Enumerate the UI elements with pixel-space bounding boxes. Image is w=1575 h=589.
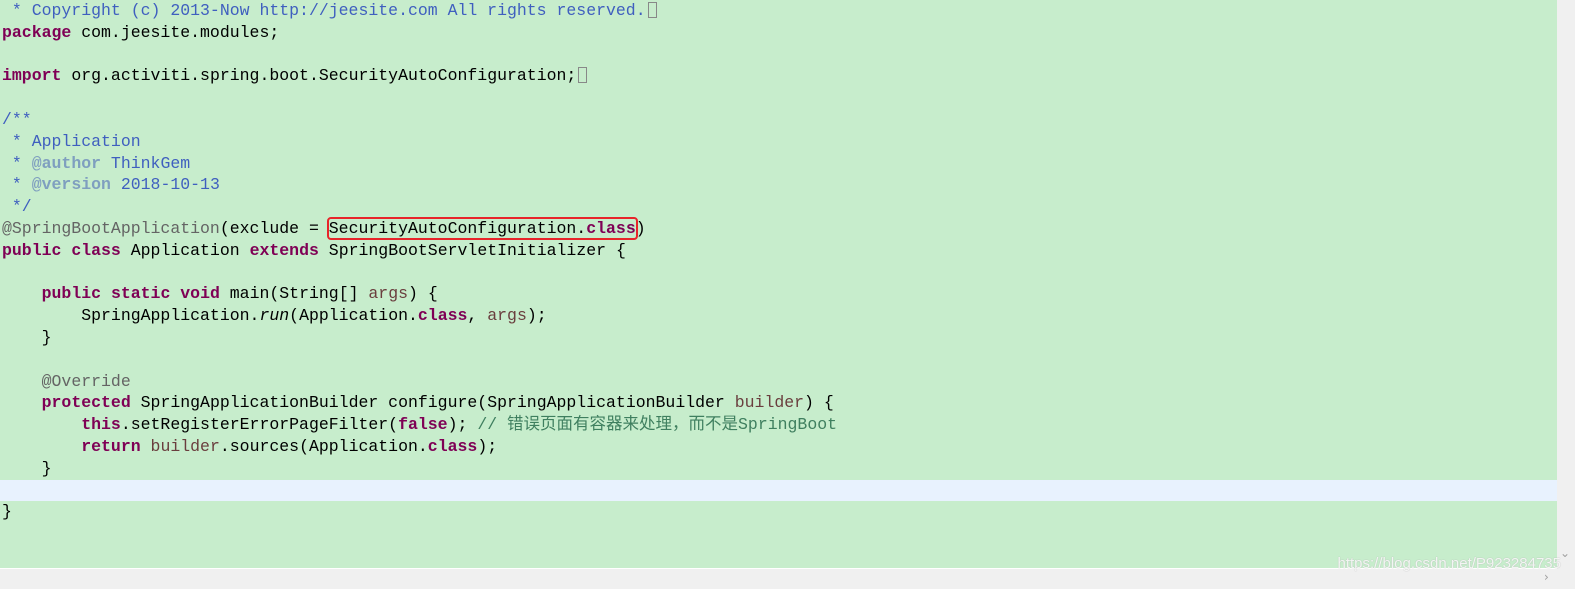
code-token: extends — [249, 240, 319, 260]
code-line[interactable]: } — [0, 501, 1557, 523]
code-line[interactable]: import org.activiti.spring.boot.Security… — [0, 65, 1557, 87]
code-token: ); — [447, 415, 478, 435]
code-token: void — [180, 284, 220, 304]
code-token: class — [417, 306, 468, 326]
code-token: this — [81, 415, 121, 435]
code-token: /** — [2, 109, 32, 129]
code-token: class — [427, 436, 478, 456]
code-token: protected — [41, 393, 131, 413]
code-token: .sources(Application. — [219, 436, 428, 456]
code-token: public — [41, 284, 102, 304]
code-token: @version — [31, 175, 111, 195]
code-line[interactable]: package com.jeesite.modules; — [0, 22, 1557, 44]
code-line[interactable] — [0, 44, 1557, 66]
code-line[interactable]: * @version 2018-10-13 — [0, 174, 1557, 196]
watermark: https://blog.csdn.net/P923284735 — [1337, 555, 1561, 572]
code-token: ) { — [408, 284, 438, 304]
code-editor[interactable]: * Copyright (c) 2013-Now http://jeesite.… — [0, 0, 1557, 568]
horizontal-scrollbar[interactable]: › — [0, 568, 1557, 589]
code-token: SpringBootServletInitializer { — [318, 240, 626, 260]
code-line[interactable] — [0, 262, 1557, 284]
code-token: class — [586, 218, 636, 238]
code-line[interactable]: return builder.sources(Application.class… — [0, 436, 1557, 458]
code-line[interactable]: public class Application extends SpringB… — [0, 240, 1557, 262]
code-line[interactable] — [0, 87, 1557, 109]
code-token: public — [2, 240, 62, 260]
code-token: } — [2, 458, 52, 478]
code-token: // 错误页面有容器来处理，而不是SpringBoot — [477, 415, 838, 435]
code-line[interactable]: } — [0, 458, 1557, 480]
code-token: (Application. — [289, 306, 418, 326]
code-token: ThinkGem — [101, 153, 191, 173]
code-token: SpringApplicationBuilder configure(Sprin… — [130, 393, 735, 413]
code-token: @SpringBootApplication — [2, 218, 220, 238]
code-token: builder — [734, 393, 805, 413]
code-token: args — [487, 306, 527, 326]
code-line[interactable] — [0, 479, 1557, 502]
code-token: * — [2, 153, 32, 173]
code-token: false — [398, 415, 448, 435]
code-line[interactable]: } — [0, 327, 1557, 349]
code-token: builder — [150, 436, 220, 456]
scroll-right-arrow-icon[interactable]: › — [1544, 570, 1549, 584]
code-token: */ — [2, 197, 32, 217]
code-line[interactable]: @SpringBootApplication(exclude = Securit… — [0, 216, 1557, 240]
code-line[interactable] — [0, 349, 1557, 371]
code-token: ); — [477, 436, 498, 456]
code-token: package — [2, 22, 72, 42]
code-token: SpringApplication. — [2, 306, 260, 326]
code-token: return — [81, 436, 141, 456]
code-token: } — [2, 327, 52, 347]
code-token: 2018-10-13 — [110, 175, 220, 195]
code-line[interactable]: SpringApplication.run(Application.class,… — [0, 305, 1557, 327]
folded-code-icon[interactable] — [647, 2, 657, 18]
code-line[interactable]: /** — [0, 109, 1557, 131]
code-line[interactable]: public static void main(String[] args) { — [0, 283, 1557, 305]
code-token: @author — [31, 153, 102, 173]
code-line[interactable]: * Application — [0, 131, 1557, 153]
code-token: , — [467, 306, 488, 326]
folded-code-icon[interactable] — [578, 67, 588, 84]
code-line[interactable]: * @author ThinkGem — [0, 153, 1557, 175]
code-token: @Override — [41, 371, 131, 391]
code-token: args — [368, 284, 409, 304]
code-token: run — [259, 306, 290, 326]
code-token: .setRegisterErrorPageFilter( — [120, 415, 399, 435]
code-token: ); — [526, 306, 547, 326]
code-line[interactable]: * Copyright (c) 2013-Now http://jeesite.… — [0, 0, 1557, 22]
code-line[interactable]: */ — [0, 196, 1557, 218]
code-token: com.jeesite.modules; — [71, 22, 280, 42]
code-line[interactable]: this.setRegisterErrorPageFilter(false); … — [0, 414, 1557, 436]
code-token: * Application — [2, 131, 141, 151]
highlight-box: SecurityAutoConfiguration.class — [326, 216, 638, 240]
code-token: * — [2, 175, 32, 195]
code-token: (exclude = — [219, 218, 329, 238]
code-token: } — [2, 502, 12, 522]
code-token: org.activiti.spring.boot.SecurityAutoCon… — [61, 66, 577, 86]
code-token: class — [71, 240, 121, 260]
code-token: static — [110, 284, 171, 304]
code-token: Application — [120, 240, 250, 260]
code-token: ) { — [804, 393, 834, 413]
code-line[interactable]: @Override — [0, 371, 1557, 393]
code-token: SecurityAutoConfiguration. — [328, 218, 587, 238]
code-line[interactable]: protected SpringApplicationBuilder confi… — [0, 392, 1557, 414]
code-token: * Copyright (c) 2013-Now http://jeesite.… — [2, 1, 646, 20]
vertical-scrollbar[interactable]: ⌄ — [1557, 0, 1575, 568]
code-token: import — [2, 66, 62, 86]
code-token: ) — [635, 218, 646, 238]
scroll-down-arrow-icon[interactable]: ⌄ — [1560, 546, 1570, 560]
code-token: main(String[] — [219, 284, 369, 304]
